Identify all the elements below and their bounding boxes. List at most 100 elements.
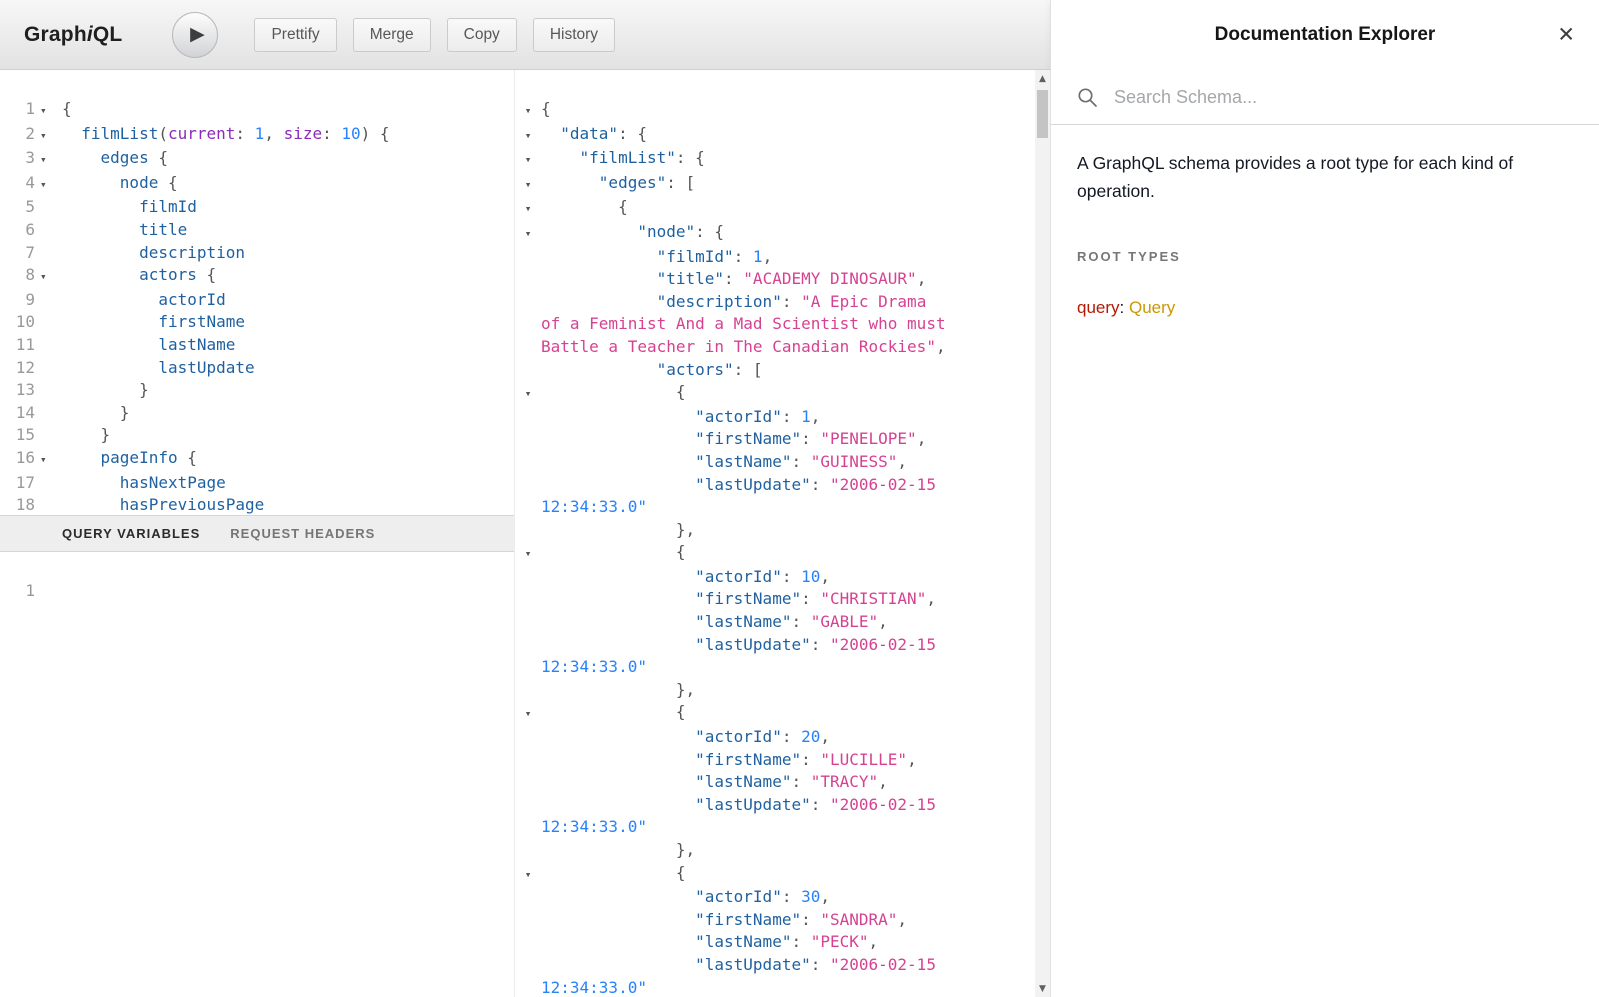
code-text: "firstName": "CHRISTIAN", — [541, 588, 1035, 611]
history-button[interactable]: History — [533, 18, 615, 52]
fold-arrow-icon[interactable]: ▾ — [40, 123, 56, 148]
code-text: } — [56, 424, 514, 447]
fold-arrow-icon[interactable]: ▾ — [515, 123, 541, 148]
fold-gutter-spacer — [40, 402, 56, 425]
fold-arrow-icon[interactable]: ▾ — [40, 98, 56, 123]
code-text: "lastUpdate": "2006-02-15 — [541, 474, 1035, 497]
fold-arrow-icon[interactable]: ▾ — [515, 221, 541, 246]
tab-request-headers[interactable]: REQUEST HEADERS — [230, 526, 375, 541]
code-text: "actorId": 20, — [541, 726, 1035, 749]
code-text: "firstName": "LUCILLE", — [541, 749, 1035, 772]
doc-search-bar — [1051, 70, 1599, 125]
query-line: 3▾ edges { — [0, 147, 514, 172]
response-line: "actorId": 1, — [515, 406, 1035, 429]
fold-arrow-icon[interactable]: ▾ — [515, 541, 541, 566]
code-text: { — [541, 862, 1035, 887]
code-text: }, — [541, 519, 1035, 542]
fold-arrow-icon[interactable]: ▾ — [40, 147, 56, 172]
code-text: }, — [541, 839, 1035, 862]
fold-arrow-icon[interactable]: ▾ — [515, 196, 541, 221]
code-text: "actors": [ — [541, 359, 1035, 382]
fold-gutter-spacer — [515, 954, 541, 977]
logo-text: Graph — [24, 23, 87, 46]
code-text: 12:34:33.0" — [541, 816, 1035, 839]
scroll-up-icon[interactable]: ▲ — [1035, 70, 1050, 87]
query-line: 10 firstName — [0, 311, 514, 334]
code-text: { — [541, 98, 1035, 123]
response-line: }, — [515, 839, 1035, 862]
query-line: 6 title — [0, 219, 514, 242]
fold-arrow-icon[interactable]: ▾ — [40, 172, 56, 197]
prettify-button[interactable]: Prettify — [254, 18, 336, 52]
response-line: ▾ "edges": [ — [515, 172, 1035, 197]
copy-button[interactable]: Copy — [447, 18, 517, 52]
fold-gutter-spacer — [40, 357, 56, 380]
fold-gutter-spacer — [515, 816, 541, 839]
code-text: description — [56, 242, 514, 265]
response-line: ▾ "node": { — [515, 221, 1035, 246]
fold-arrow-icon[interactable]: ▾ — [515, 172, 541, 197]
merge-button[interactable]: Merge — [353, 18, 431, 52]
fold-gutter-spacer — [515, 268, 541, 291]
response-scrollbar[interactable]: ▲ ▼ — [1035, 70, 1050, 997]
code-text: 12:34:33.0" — [541, 496, 1035, 519]
query-line: 7 description — [0, 242, 514, 265]
tab-query-variables[interactable]: QUERY VARIABLES — [62, 526, 200, 541]
line-number: 3 — [0, 147, 40, 172]
fold-gutter-spacer — [40, 379, 56, 402]
code-text: "title": "ACADEMY DINOSAUR", — [541, 268, 1035, 291]
code-text: "description": "A Epic Drama — [541, 291, 1035, 314]
code-text: "data": { — [541, 123, 1035, 148]
fold-arrow-icon[interactable]: ▾ — [515, 701, 541, 726]
code-text: Battle a Teacher in The Canadian Rockies… — [541, 336, 1035, 359]
code-text: { — [541, 196, 1035, 221]
code-text: filmId — [56, 196, 514, 219]
fold-gutter-spacer — [515, 496, 541, 519]
fold-gutter-spacer — [515, 336, 541, 359]
root-types-heading: ROOT TYPES — [1077, 249, 1573, 264]
scrollbar-thumb[interactable] — [1037, 90, 1048, 138]
code-text: { — [541, 541, 1035, 566]
scroll-down-icon[interactable]: ▼ — [1035, 980, 1050, 997]
code-text: lastName — [56, 334, 514, 357]
response-line: ▾ { — [515, 862, 1035, 887]
code-text: "lastName": "GABLE", — [541, 611, 1035, 634]
line-number: 2 — [0, 123, 40, 148]
code-text: "lastUpdate": "2006-02-15 — [541, 634, 1035, 657]
code-text: 12:34:33.0" — [541, 656, 1035, 679]
fold-gutter-spacer — [515, 246, 541, 269]
code-text: } — [56, 379, 514, 402]
code-text: { — [541, 701, 1035, 726]
code-text: "filmId": 1, — [541, 246, 1035, 269]
variables-editor[interactable]: 1 — [0, 552, 514, 997]
response-line: }, — [515, 679, 1035, 702]
line-number: 4 — [0, 172, 40, 197]
close-icon[interactable]: ✕ — [1557, 25, 1575, 46]
fold-gutter-spacer — [515, 839, 541, 862]
code-text: "lastUpdate": "2006-02-15 — [541, 794, 1035, 817]
query-editor[interactable]: 1▾{2▾ filmList(current: 1, size: 10) {3▾… — [0, 70, 514, 515]
code-text: hasNextPage — [56, 472, 514, 495]
root-type-link[interactable]: Query — [1129, 298, 1175, 317]
fold-arrow-icon[interactable]: ▾ — [40, 264, 56, 289]
query-line: 4▾ node { — [0, 172, 514, 197]
response-line: ▾ "filmList": { — [515, 147, 1035, 172]
play-icon: ▶ — [190, 25, 205, 44]
response-line: ▾ { — [515, 196, 1035, 221]
fold-arrow-icon[interactable]: ▾ — [515, 381, 541, 406]
query-line: 14 } — [0, 402, 514, 425]
response-line: "lastName": "PECK", — [515, 931, 1035, 954]
toolbar-button-group: Prettify Merge Copy History — [254, 18, 631, 52]
fold-gutter-spacer — [515, 451, 541, 474]
fold-arrow-icon[interactable]: ▾ — [515, 98, 541, 123]
fold-arrow-icon[interactable]: ▾ — [515, 862, 541, 887]
execute-query-button[interactable]: ▶ — [172, 12, 218, 58]
fold-arrow-icon[interactable]: ▾ — [40, 447, 56, 472]
response-line: of a Feminist And a Mad Scientist who mu… — [515, 313, 1035, 336]
code-text — [56, 580, 514, 603]
query-line: 12 lastUpdate — [0, 357, 514, 380]
fold-arrow-icon[interactable]: ▾ — [515, 147, 541, 172]
search-schema-input[interactable] — [1112, 86, 1573, 109]
fold-gutter-spacer — [515, 474, 541, 497]
response-line: "actors": [ — [515, 359, 1035, 382]
